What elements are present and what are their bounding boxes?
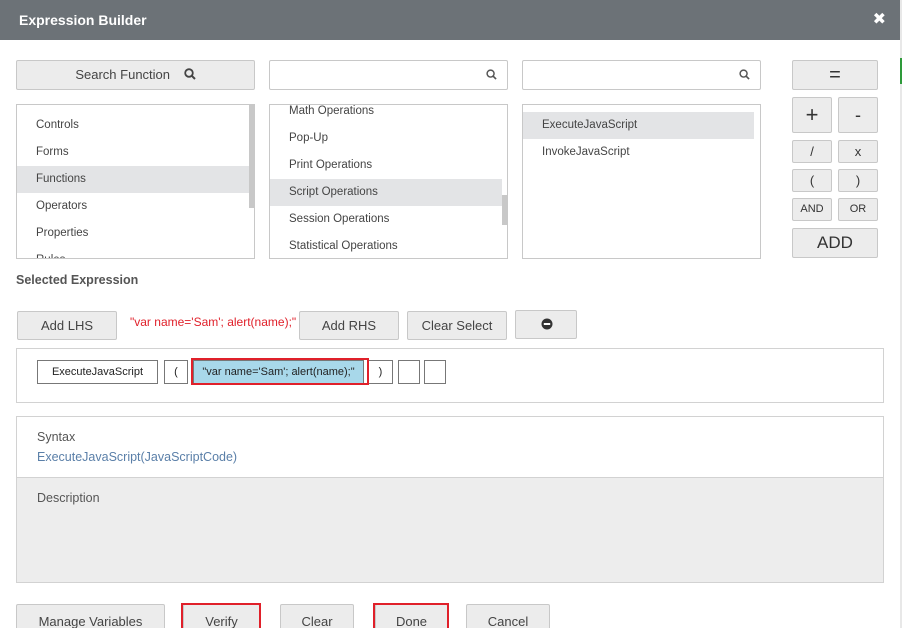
search-icon	[183, 62, 196, 90]
selected-expression-label: Selected Expression	[16, 273, 139, 287]
expression-token-close-paren[interactable]: )	[368, 360, 393, 384]
search-box-groups	[269, 60, 508, 90]
list-item[interactable]: Forms	[17, 139, 249, 166]
syntax-value: ExecuteJavaScript(JavaScriptCode)	[37, 450, 238, 464]
highlight-box	[373, 603, 449, 628]
equals-button[interactable]: =	[792, 60, 878, 90]
remove-button[interactable]	[515, 310, 577, 339]
close-paren-button[interactable]: )	[838, 169, 878, 192]
syntax-panel: Syntax ExecuteJavaScript(JavaScriptCode)	[16, 416, 884, 478]
list-item[interactable]: Session Operations	[270, 206, 502, 233]
list-item[interactable]: Script Operations	[270, 179, 502, 206]
minus-circle-icon	[541, 318, 553, 333]
list-item[interactable]: Operators	[17, 193, 249, 220]
or-button[interactable]: OR	[838, 198, 878, 221]
syntax-label: Syntax	[37, 430, 76, 444]
list-item[interactable]: InvokeJavaScript	[523, 139, 754, 166]
open-paren-button[interactable]: (	[792, 169, 832, 192]
highlight-box	[191, 358, 369, 385]
search-icon[interactable]	[739, 69, 750, 83]
list-item[interactable]: Pop-Up	[270, 125, 502, 152]
expression-token-empty[interactable]	[424, 360, 446, 384]
add-button[interactable]: ADD	[792, 228, 878, 258]
dialog-titlebar: Expression Builder ✖	[0, 0, 900, 40]
scrollbar[interactable]	[502, 195, 507, 225]
list-item[interactable]: Rules	[17, 247, 249, 258]
add-rhs-button[interactable]: Add RHS	[299, 311, 399, 340]
category-group-list: Math Operations Pop-Up Print Operations …	[269, 104, 508, 259]
expression-preview: "var name='Sam'; alert(name);"	[130, 315, 297, 329]
clear-select-button[interactable]: Clear Select	[407, 311, 507, 340]
list-item[interactable]: Functions	[17, 166, 249, 193]
search-function-button[interactable]: Search Function	[16, 60, 255, 90]
scrollbar[interactable]	[249, 105, 254, 208]
expression-token-empty[interactable]	[398, 360, 420, 384]
divide-button[interactable]: /	[792, 140, 832, 163]
close-icon[interactable]: ✖	[873, 11, 886, 29]
plus-button[interactable]: +	[792, 97, 832, 133]
list-item[interactable]: Properties	[17, 220, 249, 247]
description-label: Description	[37, 491, 100, 505]
expression-area[interactable]: ExecuteJavaScript ( "var name='Sam'; ale…	[16, 348, 884, 403]
add-lhs-button[interactable]: Add LHS	[17, 311, 117, 340]
list-item[interactable]: Math Operations	[270, 105, 502, 125]
highlight-box	[181, 603, 261, 628]
expression-token-function[interactable]: ExecuteJavaScript	[37, 360, 158, 384]
list-item[interactable]: Statistical Operations	[270, 233, 502, 258]
manage-variables-button[interactable]: Manage Variables	[16, 604, 165, 628]
expression-token-open-paren[interactable]: (	[164, 360, 188, 384]
minus-button[interactable]: -	[838, 97, 878, 133]
list-item[interactable]: ExecuteJavaScript	[523, 112, 754, 139]
multiply-button[interactable]: x	[838, 140, 878, 163]
cancel-button[interactable]: Cancel	[466, 604, 550, 628]
search-input-functions[interactable]	[529, 65, 729, 85]
and-button[interactable]: AND	[792, 198, 832, 221]
clear-button[interactable]: Clear	[280, 604, 354, 628]
dialog-title: Expression Builder	[19, 12, 147, 28]
search-box-functions	[522, 60, 761, 90]
function-list: ExecuteJavaScript InvokeJavaScript	[522, 104, 761, 259]
category-list: Controls Forms Functions Operators Prope…	[16, 104, 255, 259]
search-icon[interactable]	[486, 69, 497, 83]
search-input-groups[interactable]	[276, 65, 476, 85]
list-item[interactable]: Print Operations	[270, 152, 502, 179]
description-panel: Description	[16, 477, 884, 583]
list-item[interactable]: Controls	[17, 112, 249, 139]
search-function-label: Search Function	[75, 67, 171, 82]
